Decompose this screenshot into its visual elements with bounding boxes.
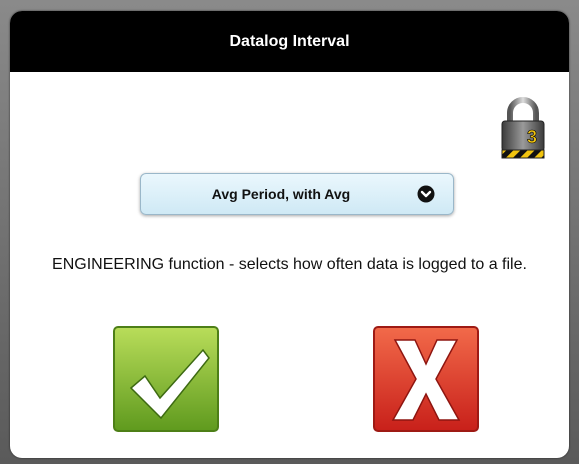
chevron-down-icon xyxy=(417,185,435,203)
dialog-title: Datalog Interval xyxy=(10,11,569,72)
lock-icon: 3 xyxy=(501,97,545,159)
window-frame: Datalog Interval 3 Avg Period, with Avg xyxy=(0,0,579,464)
datalog-interval-dialog: Datalog Interval 3 Avg Period, with Avg xyxy=(10,11,569,458)
dropdown-selected-value: Avg Period, with Avg xyxy=(211,186,351,202)
description-text: ENGINEERING function - selects how often… xyxy=(52,256,527,273)
lock-level: 3 xyxy=(527,127,537,147)
cancel-button[interactable] xyxy=(373,326,479,432)
datalog-interval-select[interactable]: Avg Period, with Avg xyxy=(140,173,454,215)
confirm-button[interactable] xyxy=(113,326,219,432)
